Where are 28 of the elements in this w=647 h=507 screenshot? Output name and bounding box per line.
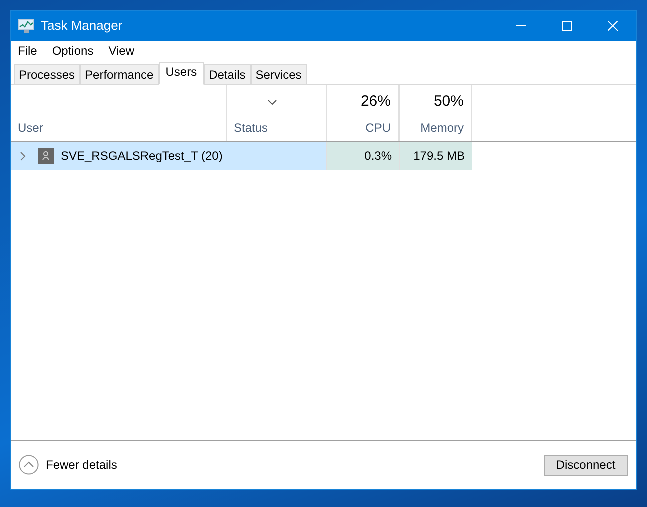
tab[interactable]: Users <box>158 62 204 85</box>
column-header[interactable]: 26% CPU <box>326 85 399 141</box>
tab[interactable]: Performance <box>80 64 159 84</box>
fewer-details-link[interactable]: Fewer details <box>46 456 118 474</box>
disconnect-button[interactable]: Disconnect <box>544 454 628 476</box>
close-icon <box>608 21 618 31</box>
chevron-right-icon[interactable] <box>20 152 26 160</box>
user-name: SVE_RSGALSRegTest_T (20) <box>61 148 223 165</box>
user-row[interactable]: SVE_RSGALSRegTest_T (20) <box>11 142 326 170</box>
sort-chevron-icon <box>268 100 277 105</box>
monitor-icon <box>18 18 35 34</box>
column-header[interactable]: 50% Memory <box>399 85 472 141</box>
collapse-up-icon[interactable] <box>19 455 39 475</box>
menu-item[interactable]: View <box>108 42 136 60</box>
menu-item[interactable]: Options <box>51 42 95 60</box>
memory-cell: 179.5 MB <box>399 142 472 170</box>
window-title: Task Manager <box>41 17 123 36</box>
tab[interactable]: Details <box>204 64 251 84</box>
usage-total: 50% <box>434 92 464 112</box>
menu-item[interactable]: File <box>17 42 38 60</box>
tab[interactable]: Services <box>250 64 307 84</box>
usage-total: 26% <box>360 92 391 112</box>
column-header[interactable]: User <box>11 85 226 141</box>
column-header[interactable]: Status <box>226 85 326 141</box>
cpu-cell: 0.3% <box>326 142 399 170</box>
tab[interactable]: Processes <box>14 64 80 84</box>
maximize-icon <box>562 21 572 31</box>
user-avatar-icon <box>38 148 54 164</box>
